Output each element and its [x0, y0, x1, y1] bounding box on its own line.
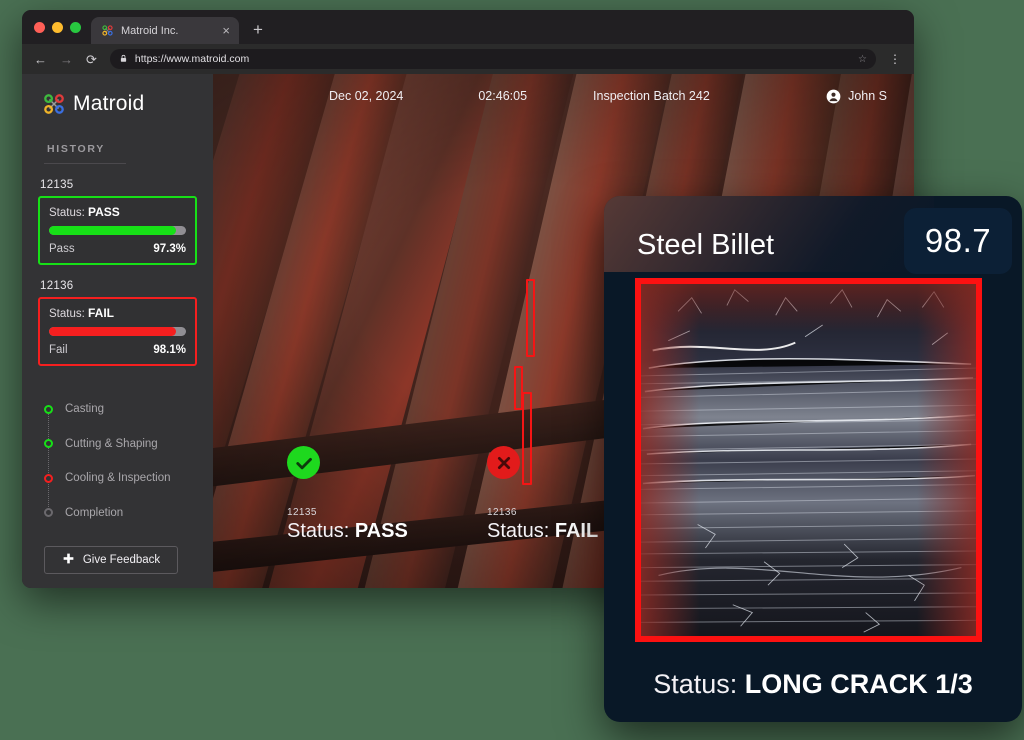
brand-name: Matroid [73, 92, 145, 115]
screen-root: Matroid Inc. × + ← → ⟳ https://www.matro… [0, 0, 1024, 740]
defect-detail-panel: 98.7 Steel Billet Status: LONG CRACK 1/3 [604, 196, 1022, 722]
confidence-bar [49, 226, 186, 235]
card-percent: 98.1% [153, 344, 186, 356]
history-card-fail[interactable]: Status: FAIL Fail 98.1% [38, 297, 197, 366]
step-dot-icon [44, 439, 53, 449]
account-circle-icon [826, 89, 841, 104]
verdict-status-value: FAIL [554, 520, 599, 542]
verdict-status-label: Status: [487, 520, 550, 542]
verdict-id: 12135 [287, 507, 317, 518]
steps-connector [48, 409, 49, 513]
lock-icon [119, 50, 128, 68]
card-status-label: Status: [49, 207, 85, 219]
confidence-score-badge: 98.7 [904, 208, 1012, 274]
browser-menu-icon[interactable]: ⋮ [889, 52, 902, 66]
window-controls[interactable] [34, 10, 91, 44]
address-bar-url: https://www.matroid.com [134, 53, 250, 65]
verdict-id: 12136 [487, 507, 517, 518]
defect-status: Status: LONG CRACK 1/3 [604, 669, 1022, 700]
inspection-date: Dec 02, 2024 [329, 89, 404, 103]
detection-box [526, 279, 535, 357]
defect-texture-image [641, 284, 976, 636]
card-status-label: Status: [49, 308, 85, 320]
verdict-status-label: Status: [287, 520, 350, 542]
panel-title: Steel Billet [637, 229, 775, 261]
plus-icon [62, 552, 75, 568]
sidebar: Matroid HISTORY 12135 Status: PASS Pass … [22, 74, 213, 588]
step-cooling-inspection[interactable]: Cooling & Inspection [44, 461, 197, 496]
close-tab-icon[interactable]: × [222, 24, 230, 37]
step-label: Completion [65, 506, 124, 519]
step-dot-icon [44, 508, 53, 518]
process-steps: Casting Cutting & Shaping Cooling & Insp… [44, 392, 197, 530]
new-tab-button[interactable]: + [253, 20, 263, 40]
card-status-line: Status: PASS [49, 205, 186, 219]
history-card-pass[interactable]: Status: PASS Pass 97.3% [38, 196, 197, 265]
forward-icon[interactable]: → [60, 53, 73, 66]
defect-status-value: LONG CRACK 1/3 [744, 669, 973, 699]
defect-image-frame[interactable] [635, 278, 982, 642]
brand-logo[interactable]: Matroid [42, 92, 197, 116]
history-divider [44, 163, 126, 164]
give-feedback-button[interactable]: Give Feedback [44, 546, 178, 574]
step-completion[interactable]: Completion [44, 496, 197, 531]
reload-icon[interactable]: ⟳ [86, 53, 97, 66]
history-item-id: 12136 [40, 280, 74, 292]
card-result-label: Fail [49, 344, 68, 356]
step-label: Casting [65, 403, 104, 416]
close-window-button[interactable] [34, 21, 45, 33]
inspection-time: 02:46:05 [478, 89, 528, 103]
step-label: Cutting & Shaping [65, 437, 158, 450]
history-item-id: 12135 [40, 179, 74, 191]
user-name: John S [848, 89, 887, 103]
step-label: Cooling & Inspection [65, 472, 171, 485]
browser-toolbar: ← → ⟳ https://www.matroid.com ☆ ⋮ [22, 44, 914, 74]
card-status-value: PASS [88, 205, 120, 219]
defect-status-label: Status: [653, 669, 738, 699]
step-dot-icon [44, 404, 53, 414]
matroid-logo-icon [101, 24, 114, 37]
stage-topbar: Dec 02, 2024 02:46:05 Inspection Batch 2… [213, 74, 914, 118]
step-cutting-shaping[interactable]: Cutting & Shaping [44, 427, 197, 462]
verdict-status: Status: FAIL [487, 520, 598, 543]
back-icon[interactable]: ← [34, 53, 47, 66]
step-casting[interactable]: Casting [44, 392, 197, 427]
verdict-fail: 12136 Status: FAIL [487, 446, 598, 543]
minimize-window-button[interactable] [52, 21, 63, 33]
card-status-line: Status: FAIL [49, 306, 186, 320]
card-footer: Fail 98.1% [49, 344, 186, 356]
cross-icon [487, 446, 520, 479]
check-icon [287, 446, 320, 479]
confidence-bar [49, 327, 186, 336]
verdict-status: Status: PASS [287, 520, 408, 543]
card-status-value: FAIL [88, 306, 115, 320]
user-menu[interactable]: John S [826, 89, 887, 104]
step-dot-icon [44, 473, 53, 483]
card-result-label: Pass [49, 243, 75, 255]
card-percent: 97.3% [153, 243, 186, 255]
matroid-logo-icon [42, 92, 66, 116]
verdict-pass: 12135 Status: PASS [287, 446, 408, 543]
give-feedback-label: Give Feedback [82, 554, 161, 566]
verdict-status-value: PASS [354, 520, 408, 542]
confidence-score: 98.7 [924, 222, 992, 259]
address-bar[interactable]: https://www.matroid.com ☆ [109, 49, 876, 69]
browser-tab[interactable]: Matroid Inc. × [91, 17, 239, 44]
maximize-window-button[interactable] [70, 21, 81, 33]
browser-tabstrip: Matroid Inc. × + [22, 10, 914, 44]
card-footer: Pass 97.3% [49, 243, 186, 255]
history-heading: HISTORY [47, 143, 105, 155]
browser-tab-title: Matroid Inc. [121, 24, 179, 37]
bookmark-icon[interactable]: ☆ [858, 54, 867, 65]
inspection-batch: Inspection Batch 242 [593, 89, 710, 103]
